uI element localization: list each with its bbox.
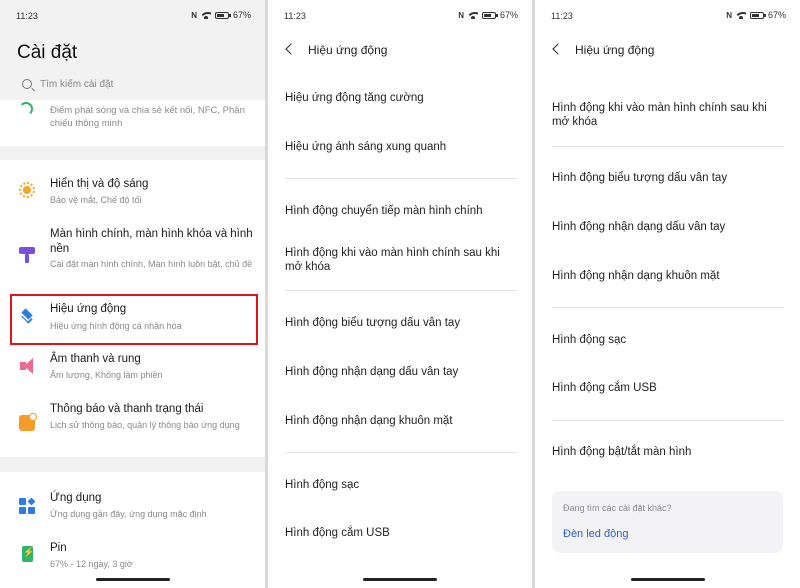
list-item[interactable]: Hình động khi vào màn hình chính sau khi… <box>285 246 517 274</box>
battery-status-icon <box>481 11 498 19</box>
divider <box>552 146 784 147</box>
list-item[interactable]: Hình động nhận dạng dấu vân tay <box>285 365 517 379</box>
battery-icon <box>22 546 34 562</box>
wifi-icon <box>467 11 478 19</box>
battery-status-icon <box>214 11 231 19</box>
animations-screen-scrolled: 11:23 N 67% Hiệu ứng động Hình động khi … <box>535 0 800 588</box>
nfc-icon: N <box>191 10 197 20</box>
search-input[interactable]: Tìm kiếm cài đặt <box>14 72 250 96</box>
divider <box>285 178 517 179</box>
list-item[interactable]: Hình động biểu tượng dấu vân tay <box>552 171 784 185</box>
wifi-icon <box>200 11 211 19</box>
more-settings-question: Đang tìm các cài đặt khác? <box>563 503 672 513</box>
list-item[interactable]: Hình động nhận dạng dấu vân tay <box>552 220 784 234</box>
search-placeholder: Tìm kiếm cài đặt <box>40 78 114 90</box>
settings-screen: 11:23 N 67% Cài đặt Tìm kiếm cài đặt Điể… <box>0 0 265 588</box>
status-bar: 11:23 N 67% <box>268 0 532 32</box>
brush-icon <box>19 247 35 263</box>
list-item[interactable]: Hình động cắm USB <box>285 526 517 540</box>
divider <box>552 420 784 421</box>
divider <box>285 290 517 291</box>
back-arrow-icon[interactable] <box>552 43 564 55</box>
settings-item-home-screen[interactable]: Màn hình chính, màn hình khóa và hình nề… <box>0 222 265 286</box>
settings-item-subtitle: Cài đặt màn hình chính, Màn hình luôn bậ… <box>50 259 253 269</box>
sun-icon <box>19 182 35 198</box>
wifi-icon <box>735 11 746 19</box>
divider <box>285 452 517 453</box>
sound-icon <box>19 358 35 374</box>
list-item[interactable]: Hình động cắm USB <box>552 381 784 395</box>
settings-item-subtitle: Lịch sử thông báo, quản lý thông báo ứng… <box>50 420 240 430</box>
divider <box>552 307 784 308</box>
status-time: 11:23 <box>551 11 573 21</box>
settings-item-battery[interactable]: Pin 67% - 12 ngày, 3 giờ <box>0 534 265 580</box>
list-item[interactable]: Hình động chuyển tiếp màn hình chính <box>285 204 517 218</box>
page-title: Hiệu ứng động <box>308 43 388 57</box>
battery-percent: 67% <box>499 10 518 20</box>
list-item[interactable]: Hiệu ứng động tăng cường <box>285 91 517 105</box>
settings-item-subtitle: 67% - 12 ngày, 3 giờ <box>50 559 133 569</box>
battery-status-icon <box>749 11 766 19</box>
settings-item-subtitle: Âm lượng, Không làm phiền <box>50 370 163 380</box>
page-title: Cài đặt <box>17 42 78 63</box>
list-item[interactable]: Hiệu ứng ánh sáng xung quanh <box>285 140 517 154</box>
battery-percent: 67% <box>232 10 251 20</box>
page-title: Hiệu ứng động <box>575 43 655 57</box>
settings-item-display[interactable]: Hiển thị và độ sáng Bảo vệ mắt, Chế độ t… <box>0 160 265 210</box>
list-item[interactable]: Hình động sạc <box>552 333 784 347</box>
battery-percent: 67% <box>767 10 786 20</box>
hotspot-icon <box>19 102 33 116</box>
list-item[interactable]: Hình động khi vào màn hình chính sau khi… <box>552 101 784 129</box>
settings-item-apps[interactable]: Ứng dụng Ứng dụng gần đây, ứng dụng mặc … <box>0 482 265 530</box>
animations-screen: 11:23 N 67% Hiệu ứng động Hiệu ứng động … <box>268 0 532 588</box>
settings-item-subtitle: Bảo vệ mắt, Chế độ tối <box>50 195 142 205</box>
settings-item-title: Pin <box>50 542 67 554</box>
list-item[interactable]: Hình động biểu tượng dấu vân tay <box>285 316 517 330</box>
settings-card-connections: Điểm phát sóng và chia sẻ kết nối, NFC, … <box>0 100 265 146</box>
list-item[interactable]: Hình động bật/tắt màn hình <box>552 445 784 459</box>
settings-item-title: Màn hình chính, màn hình khóa và hình nề… <box>50 228 253 255</box>
list-item[interactable]: Hình động sạc <box>285 478 517 492</box>
list-item[interactable]: Hình động nhận dạng khuôn mặt <box>552 269 784 283</box>
apps-icon <box>19 497 36 514</box>
more-settings-card: Đang tìm các cài đặt khác? Đèn led động <box>552 491 783 553</box>
status-bar: 11:23 N 67% <box>0 0 265 32</box>
settings-item-title: Âm thanh và rung <box>50 353 141 365</box>
nfc-icon: N <box>726 10 732 20</box>
status-bar: 11:23 N 67% <box>535 0 800 32</box>
settings-item-subtitle: Ứng dụng gần đây, ứng dụng mặc định <box>50 509 207 519</box>
settings-item-title: Thông báo và thanh trạng thái <box>50 403 204 415</box>
settings-item-notifications[interactable]: Thông báo và thanh trạng thái Lịch sử th… <box>0 398 265 454</box>
notification-icon <box>19 413 37 431</box>
status-time: 11:23 <box>16 11 38 21</box>
settings-card-apps: Ứng dụng Ứng dụng gần đây, ứng dụng mặc … <box>0 472 265 588</box>
settings-item-subtitle: Điểm phát sóng và chia sẻ kết nối, NFC, … <box>50 105 245 129</box>
settings-item-title: Ứng dụng <box>50 492 102 504</box>
nfc-icon: N <box>458 10 464 20</box>
header: Hiệu ứng động <box>535 40 800 60</box>
settings-item-title: Hiển thị và độ sáng <box>50 178 149 190</box>
status-time: 11:23 <box>284 11 306 21</box>
home-indicator[interactable] <box>630 578 705 581</box>
back-arrow-icon[interactable] <box>285 43 297 55</box>
settings-item-connections[interactable]: Điểm phát sóng và chia sẻ kết nối, NFC, … <box>0 100 265 146</box>
header: Hiệu ứng động <box>268 40 532 60</box>
led-animation-link[interactable]: Đèn led động <box>563 528 628 540</box>
search-icon <box>22 79 32 89</box>
highlight-box <box>10 294 258 345</box>
settings-item-sound[interactable]: Âm thanh và rung Âm lượng, Không làm phi… <box>0 348 265 392</box>
home-indicator[interactable] <box>363 578 437 581</box>
list-item[interactable]: Hình động nhận dạng khuôn mặt <box>285 414 517 428</box>
home-indicator[interactable] <box>95 578 170 581</box>
